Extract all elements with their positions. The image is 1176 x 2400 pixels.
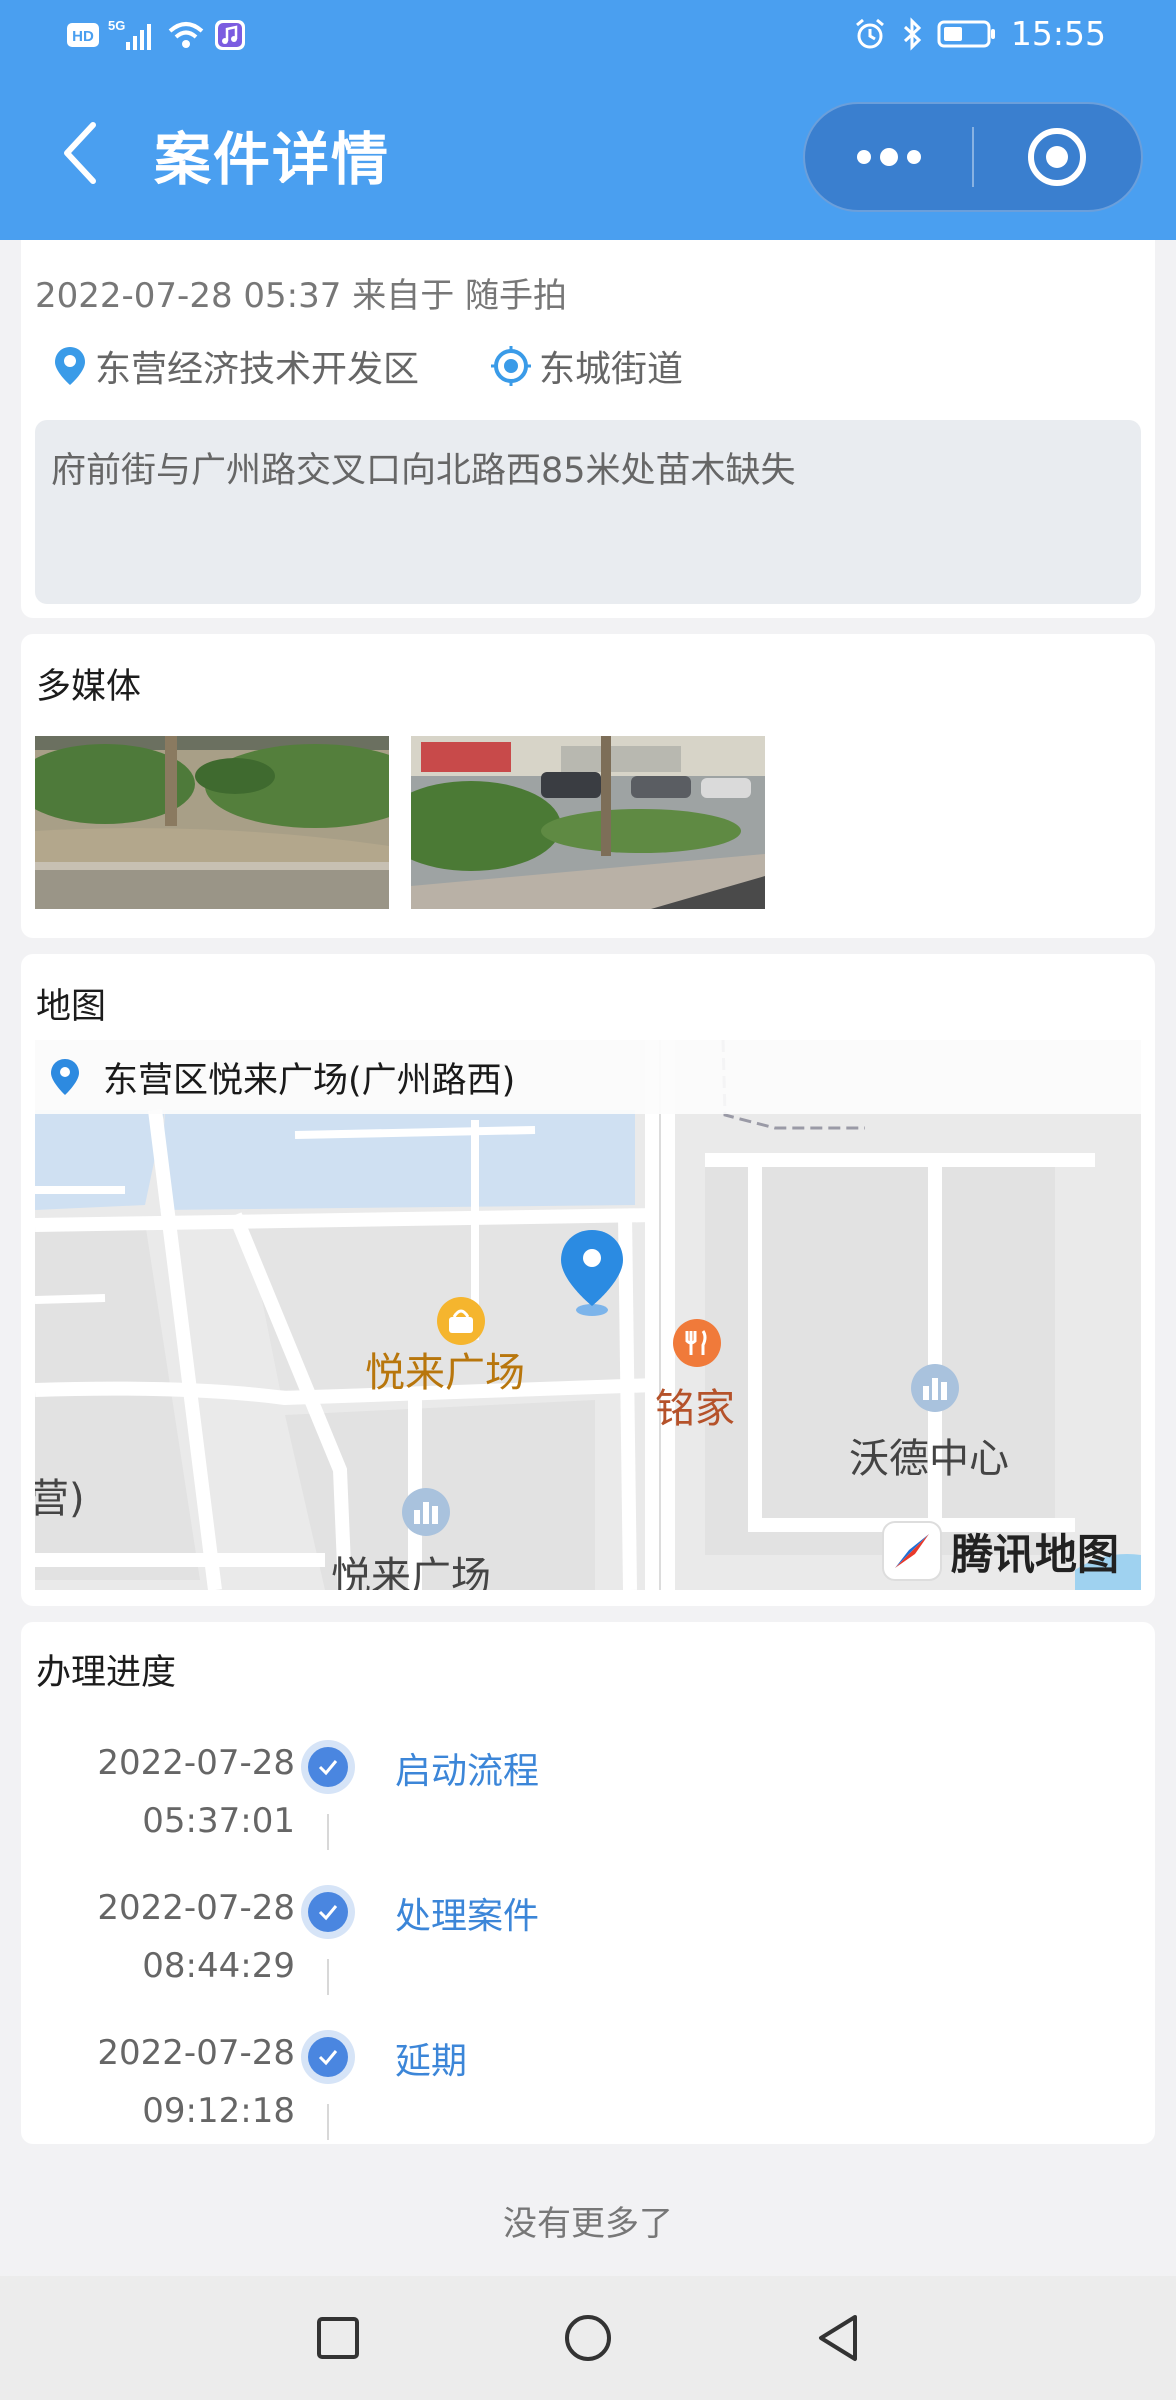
app-header-bar: HD 5G 15:55 案件详情 [0, 0, 1176, 240]
music-app-icon [214, 19, 246, 51]
map-address-bar: 东营区悦来广场(广州路西) [35, 1040, 1141, 1114]
map-card: 地图 东营区悦来广场(广州路西) 悦来广场 铭家 沃德中心 悦来广场 营) 腾讯… [21, 954, 1155, 1606]
battery-icon [937, 19, 997, 49]
step-date: 2022-07-28 [97, 1743, 295, 1783]
more-button[interactable] [805, 104, 972, 210]
step-datetime: 2022-07-28 05:37:01 [97, 1734, 295, 1850]
timeline-connector [327, 2104, 329, 2140]
step-label[interactable]: 延期 [395, 2032, 467, 2084]
step-label[interactable]: 启动流程 [395, 1742, 539, 1794]
map-poi-label: 铭家 [655, 1386, 735, 1432]
back-nav-button[interactable] [808, 2308, 868, 2368]
svg-text:HD: HD [72, 28, 94, 45]
hd-icon: HD [66, 21, 100, 49]
compass-logo-icon [881, 1521, 942, 1581]
target-location-icon [491, 346, 532, 386]
step-time: 05:37:01 [142, 1801, 295, 1841]
media-title: 多媒体 [36, 667, 142, 707]
location-pin-icon [51, 1059, 79, 1095]
location-pin-icon [55, 347, 85, 385]
map-title: 地图 [36, 987, 107, 1027]
step-datetime: 2022-07-28 08:44:29 [97, 1879, 295, 1995]
status-bar: HD 5G 15:55 [0, 0, 1176, 72]
map-marker-icon [561, 1230, 623, 1316]
case-meta: 2022-07-28 05:37 来自于 随手拍 [35, 276, 567, 316]
check-icon [318, 1760, 338, 1776]
close-miniprogram-button[interactable] [974, 104, 1141, 210]
step-date: 2022-07-28 [97, 1888, 295, 1928]
wifi-icon [166, 19, 206, 51]
map-address: 东营区悦来广场(广州路西) [103, 1060, 516, 1101]
timeline-connector [327, 1814, 329, 1850]
page-title: 案件详情 [154, 127, 390, 193]
street-item: 东城街道 [491, 340, 683, 392]
tencent-map-logo: 腾讯地图 [881, 1520, 1119, 1582]
status-right: 15:55 [853, 14, 1106, 53]
step-node [301, 1740, 355, 1794]
media-thumbnail-1[interactable] [35, 736, 389, 909]
timeline-step: 2022-07-28 09:12:18 延期 [21, 2024, 1155, 2154]
district-item: 东营经济技术开发区 [53, 340, 419, 392]
recents-button[interactable] [308, 2308, 368, 2368]
map-view[interactable]: 东营区悦来广场(广州路西) 悦来广场 铭家 沃德中心 悦来广场 营) 腾讯地图 [35, 1040, 1141, 1590]
timeline-step: 2022-07-28 08:44:29 处理案件 [21, 1879, 1155, 2009]
step-date: 2022-07-28 [97, 2033, 295, 2073]
step-datetime: 2022-07-28 09:12:18 [97, 2024, 295, 2140]
status-time: 15:55 [1010, 14, 1106, 53]
target-close-icon [1028, 128, 1087, 186]
logo-text: 腾讯地图 [950, 1529, 1119, 1579]
nav-header: 案件详情 [0, 72, 1176, 240]
bluetooth-icon [901, 16, 923, 51]
case-description: 府前街与广州路交叉口向北路西85米处苗木缺失 [35, 420, 1141, 604]
media-thumbnail-2[interactable] [411, 736, 765, 909]
map-poi-label: 营) [35, 1476, 85, 1522]
building-poi-icon [402, 1488, 450, 1536]
progress-card: 办理进度 2022-07-28 05:37:01 启动流程 2022-07-28… [21, 1622, 1155, 2144]
step-time: 08:44:29 [142, 1946, 295, 1986]
map-poi-label: 悦来广场 [365, 1350, 525, 1396]
more-dots-icon [856, 148, 921, 166]
step-time: 09:12:18 [142, 2091, 295, 2131]
district-label: 东营经济技术开发区 [95, 349, 420, 390]
home-button[interactable] [558, 2308, 618, 2368]
map-poi-label: 沃德中心 [849, 1436, 1009, 1482]
check-icon [318, 1905, 338, 1921]
check-icon [318, 2050, 338, 2066]
case-info-card: 2022-07-28 05:37 来自于 随手拍 东营经济技术开发区 东城街道 … [21, 240, 1155, 618]
system-nav-bar [0, 2276, 1176, 2400]
location-row: 东营经济技术开发区 东城街道 [53, 340, 755, 392]
progress-title: 办理进度 [36, 1653, 177, 1693]
step-label[interactable]: 处理案件 [395, 1887, 539, 1939]
timeline-step: 2022-07-28 05:37:01 启动流程 [21, 1734, 1155, 1864]
alarm-icon [853, 17, 887, 51]
step-node [301, 1885, 355, 1939]
back-button[interactable] [44, 118, 114, 188]
step-node [301, 2030, 355, 2084]
miniprogram-capsule [803, 102, 1143, 212]
timeline-connector [327, 1959, 329, 1995]
triangle-back-icon [819, 2315, 857, 2361]
circle-icon [565, 2315, 611, 2361]
square-icon [317, 2317, 359, 2359]
street-label: 东城街道 [539, 349, 684, 390]
media-card: 多媒体 [21, 634, 1155, 938]
chevron-left-icon [64, 122, 96, 184]
status-left: HD 5G [66, 18, 246, 52]
svg-text:5G: 5G [108, 18, 125, 33]
no-more-text: 没有更多了 [503, 2204, 673, 2244]
building-poi-icon [911, 1364, 959, 1412]
map-poi-label: 悦来广场 [331, 1554, 491, 1590]
signal-5g-icon: 5G [108, 18, 158, 52]
restaurant-poi-icon [673, 1319, 721, 1367]
